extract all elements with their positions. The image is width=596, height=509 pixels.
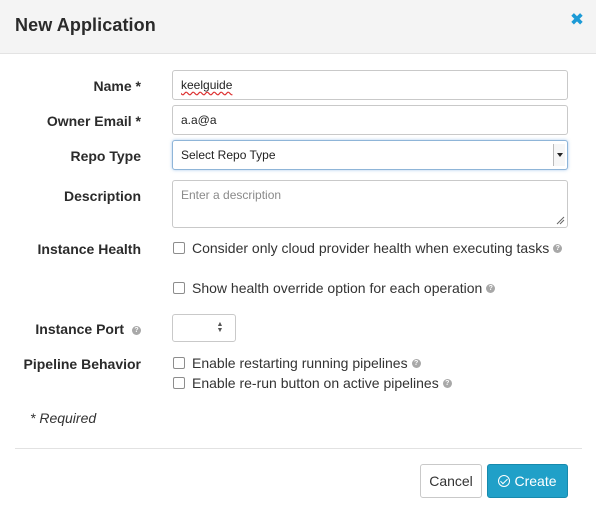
instance-port-input[interactable]: ▲ ▼	[172, 314, 236, 342]
required-note: * Required	[30, 410, 97, 426]
check-circle-icon	[498, 475, 511, 487]
instance-port-label-text: Instance Port	[35, 321, 125, 337]
dialog-header: New Application ✖	[0, 0, 596, 54]
health-override-checkbox[interactable]	[173, 282, 185, 294]
health-override-option[interactable]: Show health override option for each ope…	[173, 280, 496, 296]
cloud-health-option-label: Consider only cloud provider health when…	[192, 240, 550, 256]
create-button[interactable]: Create	[487, 464, 568, 498]
cloud-health-option[interactable]: Consider only cloud provider health when…	[173, 240, 563, 256]
help-icon[interactable]: ?	[442, 378, 452, 388]
help-icon[interactable]: ?	[132, 325, 141, 335]
owner-email-input[interactable]: a.a@a	[172, 105, 568, 135]
number-spinner-icon[interactable]: ▲ ▼	[216, 321, 224, 334]
enable-restart-option-label: Enable restarting running pipelines	[192, 355, 408, 371]
description-label: Description	[63, 188, 141, 204]
help-icon[interactable]: ?	[411, 358, 421, 368]
close-icon[interactable]: ✖	[568, 11, 586, 29]
pipeline-behavior-label: Pipeline Behavior	[23, 356, 141, 372]
help-icon[interactable]: ?	[553, 243, 563, 253]
dialog-title: New Application	[15, 15, 156, 35]
chevron-down-icon[interactable]	[553, 144, 565, 166]
owner-email-value: a.a@a	[181, 113, 217, 127]
owner-email-label: Owner Email *	[46, 113, 141, 129]
cancel-button[interactable]: Cancel	[420, 464, 482, 498]
repo-type-label: Repo Type	[70, 148, 141, 164]
name-value: keelguide	[181, 78, 233, 92]
enable-rerun-checkbox[interactable]	[173, 377, 185, 389]
instance-health-label: Instance Health	[37, 241, 141, 257]
instance-port-label: Instance Port ?	[0, 321, 141, 337]
name-input[interactable]: keelguide	[172, 70, 568, 100]
repo-type-selected: Select Repo Type	[181, 148, 276, 162]
cloud-health-checkbox[interactable]	[173, 242, 185, 254]
footer-divider	[15, 448, 582, 449]
description-placeholder: Enter a description	[181, 188, 282, 202]
resize-handle-icon[interactable]	[555, 215, 565, 225]
enable-restart-checkbox[interactable]	[173, 357, 185, 369]
health-override-option-label: Show health override option for each ope…	[192, 280, 483, 296]
enable-rerun-option-label: Enable re-run button on active pipelines	[192, 375, 439, 391]
create-button-label: Create	[514, 473, 557, 489]
enable-rerun-option[interactable]: Enable re-run button on active pipelines…	[173, 375, 452, 391]
repo-type-select[interactable]: Select Repo Type	[172, 140, 568, 170]
description-textarea[interactable]: Enter a description	[172, 180, 568, 228]
name-label: Name *	[93, 78, 141, 94]
enable-restart-option[interactable]: Enable restarting running pipelines ?	[173, 355, 421, 371]
help-icon[interactable]: ?	[486, 283, 496, 293]
new-application-dialog: New Application ✖ Name * keelguide Owner…	[0, 0, 596, 509]
